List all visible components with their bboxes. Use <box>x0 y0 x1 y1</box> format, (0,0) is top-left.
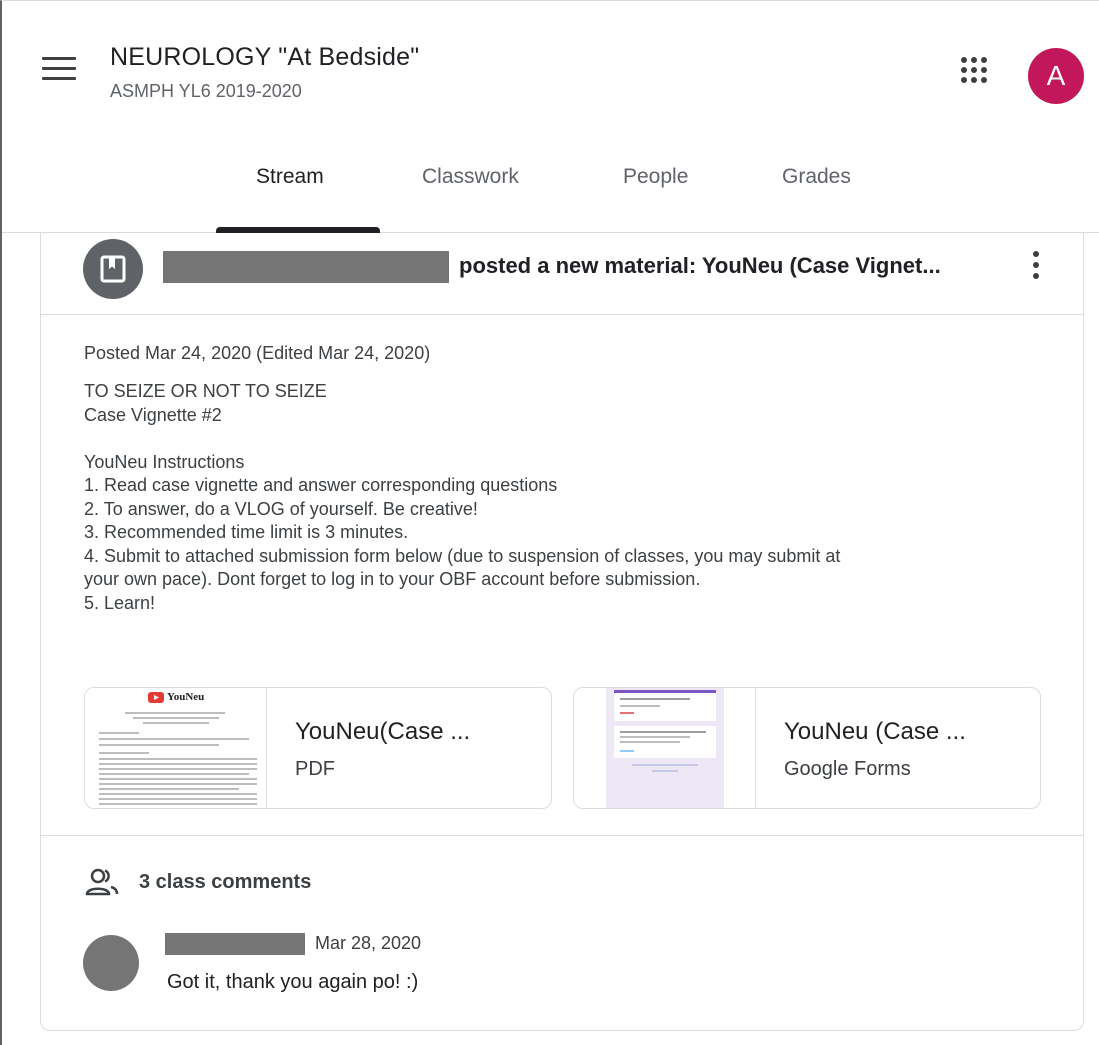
attachment-type: PDF <box>295 758 335 780</box>
class-tabs: Stream Classwork People Grades <box>2 151 1099 233</box>
material-post-card: posted a new material: YouNeu (Case Vign… <box>40 233 1084 1031</box>
more-options-icon[interactable] <box>1031 251 1041 285</box>
attachment-google-form[interactable]: YouNeu (Case ... Google Forms <box>573 687 1041 809</box>
post-title[interactable]: posted a new material: YouNeu (Case Vign… <box>459 253 941 279</box>
form-thumbnail <box>574 688 756 808</box>
commenter-avatar <box>83 935 139 991</box>
comment-text: Got it, thank you again po! :) <box>167 971 419 993</box>
attachment-title: YouNeu (Case ... <box>784 718 966 745</box>
tab-grades[interactable]: Grades <box>782 165 851 189</box>
post-line: 1. Read case vignette and answer corresp… <box>84 475 558 495</box>
tab-people[interactable]: People <box>623 165 688 189</box>
class-comments-link[interactable]: 3 class comments <box>139 871 311 894</box>
pdf-thumbnail: YouNeu <box>85 688 267 808</box>
comment-date: Mar 28, 2020 <box>315 933 422 953</box>
posted-date: Posted Mar 24, 2020 (Edited Mar 24, 2020… <box>84 343 431 363</box>
attachment-pdf[interactable]: YouNeu YouNeu(Case ... PDF <box>84 687 552 809</box>
book-icon <box>83 239 143 299</box>
post-line-blank <box>84 427 1044 451</box>
tab-classwork[interactable]: Classwork <box>422 165 519 189</box>
post-line: 2. To answer, do a VLOG of yourself. Be … <box>84 498 478 519</box>
post-body: Posted Mar 24, 2020 (Edited Mar 24, 2020… <box>84 343 1044 615</box>
google-apps-icon[interactable] <box>959 55 989 85</box>
author-name-redacted <box>163 251 449 283</box>
pdf-thumb-logo: YouNeu <box>167 691 205 703</box>
post-line: 4. Submit to attached submission form be… <box>84 545 841 566</box>
tab-stream[interactable]: Stream <box>256 165 324 189</box>
comments-divider <box>41 835 1083 836</box>
app-frame: NEUROLOGY "At Bedside" ASMPH YL6 2019-20… <box>0 0 1099 1045</box>
people-icon <box>85 867 119 897</box>
post-description: TO SEIZE OR NOT TO SEIZE Case Vignette #… <box>84 380 1044 615</box>
post-line: 3. Recommended time limit is 3 minutes. <box>84 522 409 542</box>
post-line: 5. Learn! <box>84 592 156 613</box>
post-line: your own pace). Dont forget to log in to… <box>84 569 701 589</box>
class-subtitle: ASMPH YL6 2019-2020 <box>110 81 302 101</box>
attachment-type: Google Forms <box>784 758 911 780</box>
hamburger-menu-icon[interactable] <box>42 57 76 83</box>
class-title[interactable]: NEUROLOGY "At Bedside" <box>110 43 419 72</box>
commenter-name-redacted <box>165 933 305 955</box>
post-line: TO SEIZE OR NOT TO SEIZE <box>84 381 327 401</box>
post-line: Case Vignette #2 <box>84 404 222 425</box>
post-header[interactable]: posted a new material: YouNeu (Case Vign… <box>41 233 1083 315</box>
account-avatar[interactable]: A <box>1028 48 1084 104</box>
attachment-title: YouNeu(Case ... <box>295 718 471 745</box>
post-line: YouNeu Instructions <box>84 451 245 472</box>
class-header: NEUROLOGY "At Bedside" ASMPH YL6 2019-20… <box>2 1 1099 233</box>
